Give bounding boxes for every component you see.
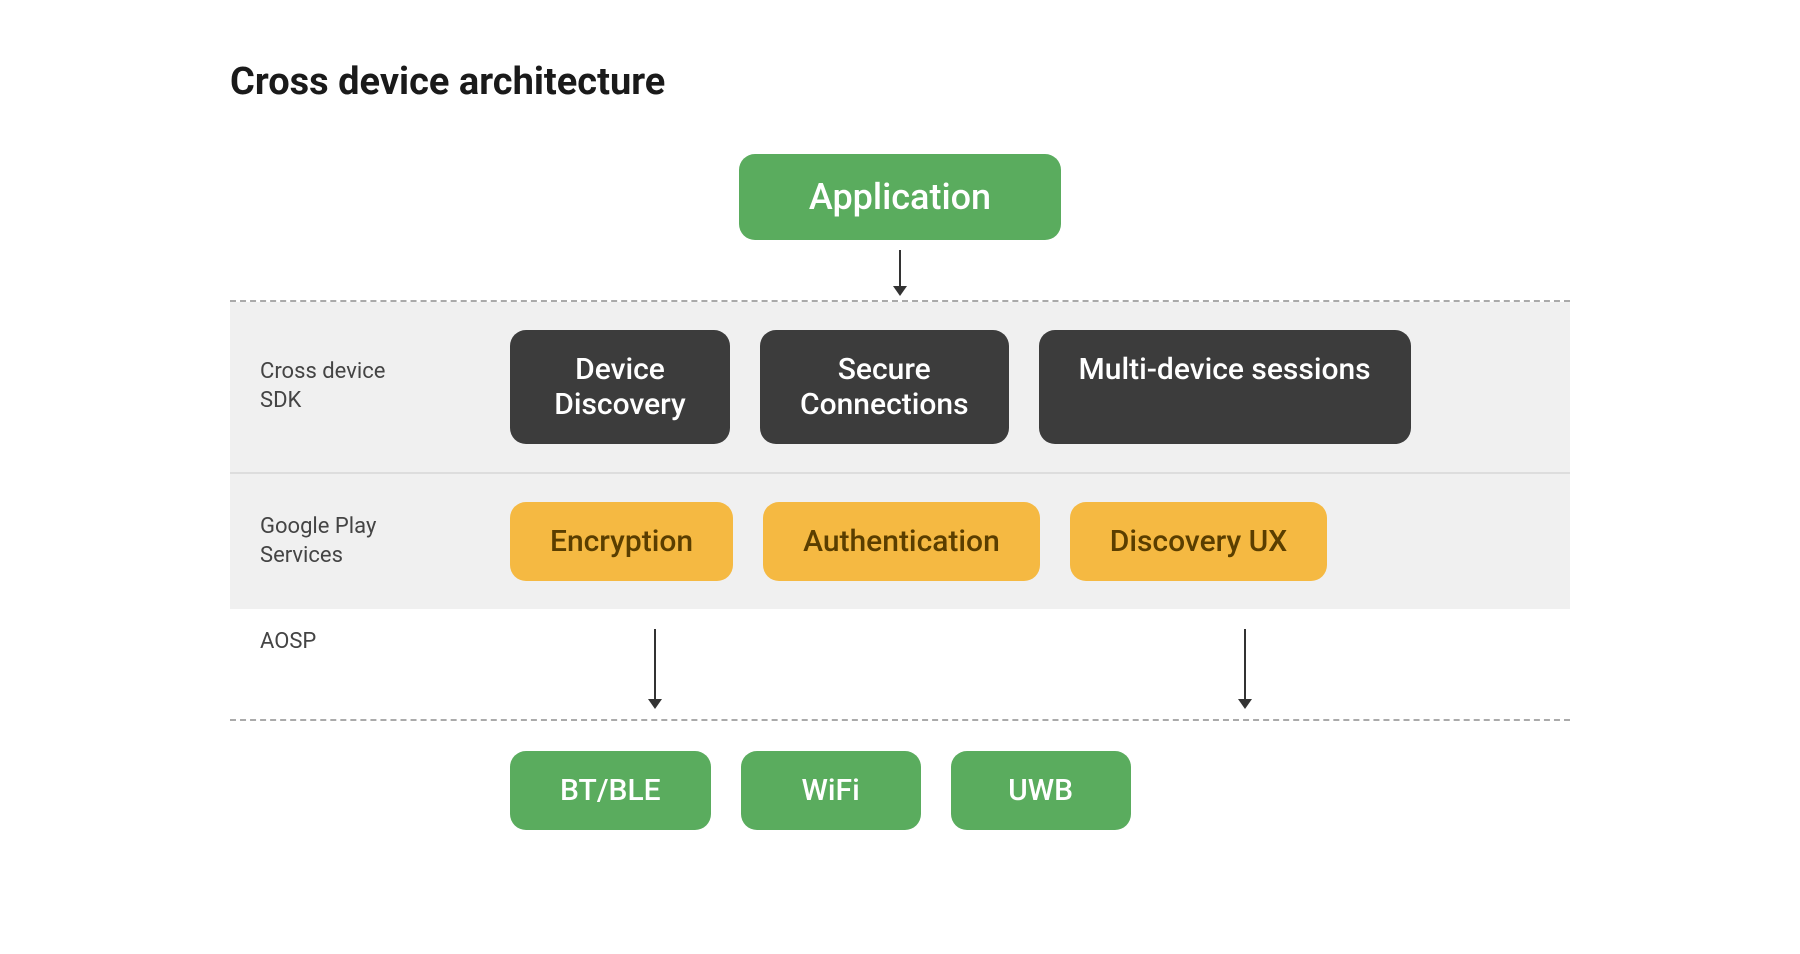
sdk-label: Cross deviceSDK: [260, 358, 460, 415]
diagram-wrapper: Application Cross deviceSDK DeviceDiscov…: [230, 154, 1570, 830]
wifi-box: WiFi: [741, 751, 921, 830]
top-dashed-line: [230, 300, 1570, 302]
multi-device-sessions-box: Multi-device sessions: [1039, 330, 1411, 444]
application-box: Application: [739, 154, 1061, 240]
play-services-label: Google PlayServices: [260, 513, 460, 570]
page-container: Cross device architecture Application Cr…: [150, 0, 1650, 890]
arrows-area: [460, 629, 1540, 719]
encryption-box: Encryption: [510, 502, 733, 581]
authentication-box: Authentication: [763, 502, 1040, 581]
aosp-row: AOSP: [230, 609, 1570, 719]
auth-spacer: [800, 629, 1090, 719]
uwb-box: UWB: [951, 751, 1131, 830]
application-row: Application: [230, 154, 1570, 240]
sdk-band: Cross deviceSDK DeviceDiscovery SecureCo…: [230, 302, 1570, 472]
secure-connections-box: SecureConnections: [760, 330, 1009, 444]
arrow-col-right: [1090, 629, 1380, 719]
page-title: Cross device architecture: [230, 60, 1570, 104]
sdk-items: DeviceDiscovery SecureConnections Multi-…: [460, 330, 1540, 444]
arrow-left: [654, 629, 656, 699]
play-services-items: Encryption Authentication Discovery UX: [460, 502, 1540, 581]
device-discovery-box: DeviceDiscovery: [510, 330, 730, 444]
arrow-col-left: [510, 629, 800, 719]
arrow-app-down: [230, 250, 1570, 300]
arrow-right: [1244, 629, 1246, 699]
play-services-band: Google PlayServices Encryption Authentic…: [230, 474, 1570, 609]
aosp-label: AOSP: [260, 629, 460, 654]
bt-ble-box: BT/BLE: [510, 751, 711, 830]
discovery-ux-box: Discovery UX: [1070, 502, 1327, 581]
bottom-dashed-line: [230, 719, 1570, 721]
bottom-boxes-row: BT/BLE WiFi UWB: [230, 751, 1570, 830]
